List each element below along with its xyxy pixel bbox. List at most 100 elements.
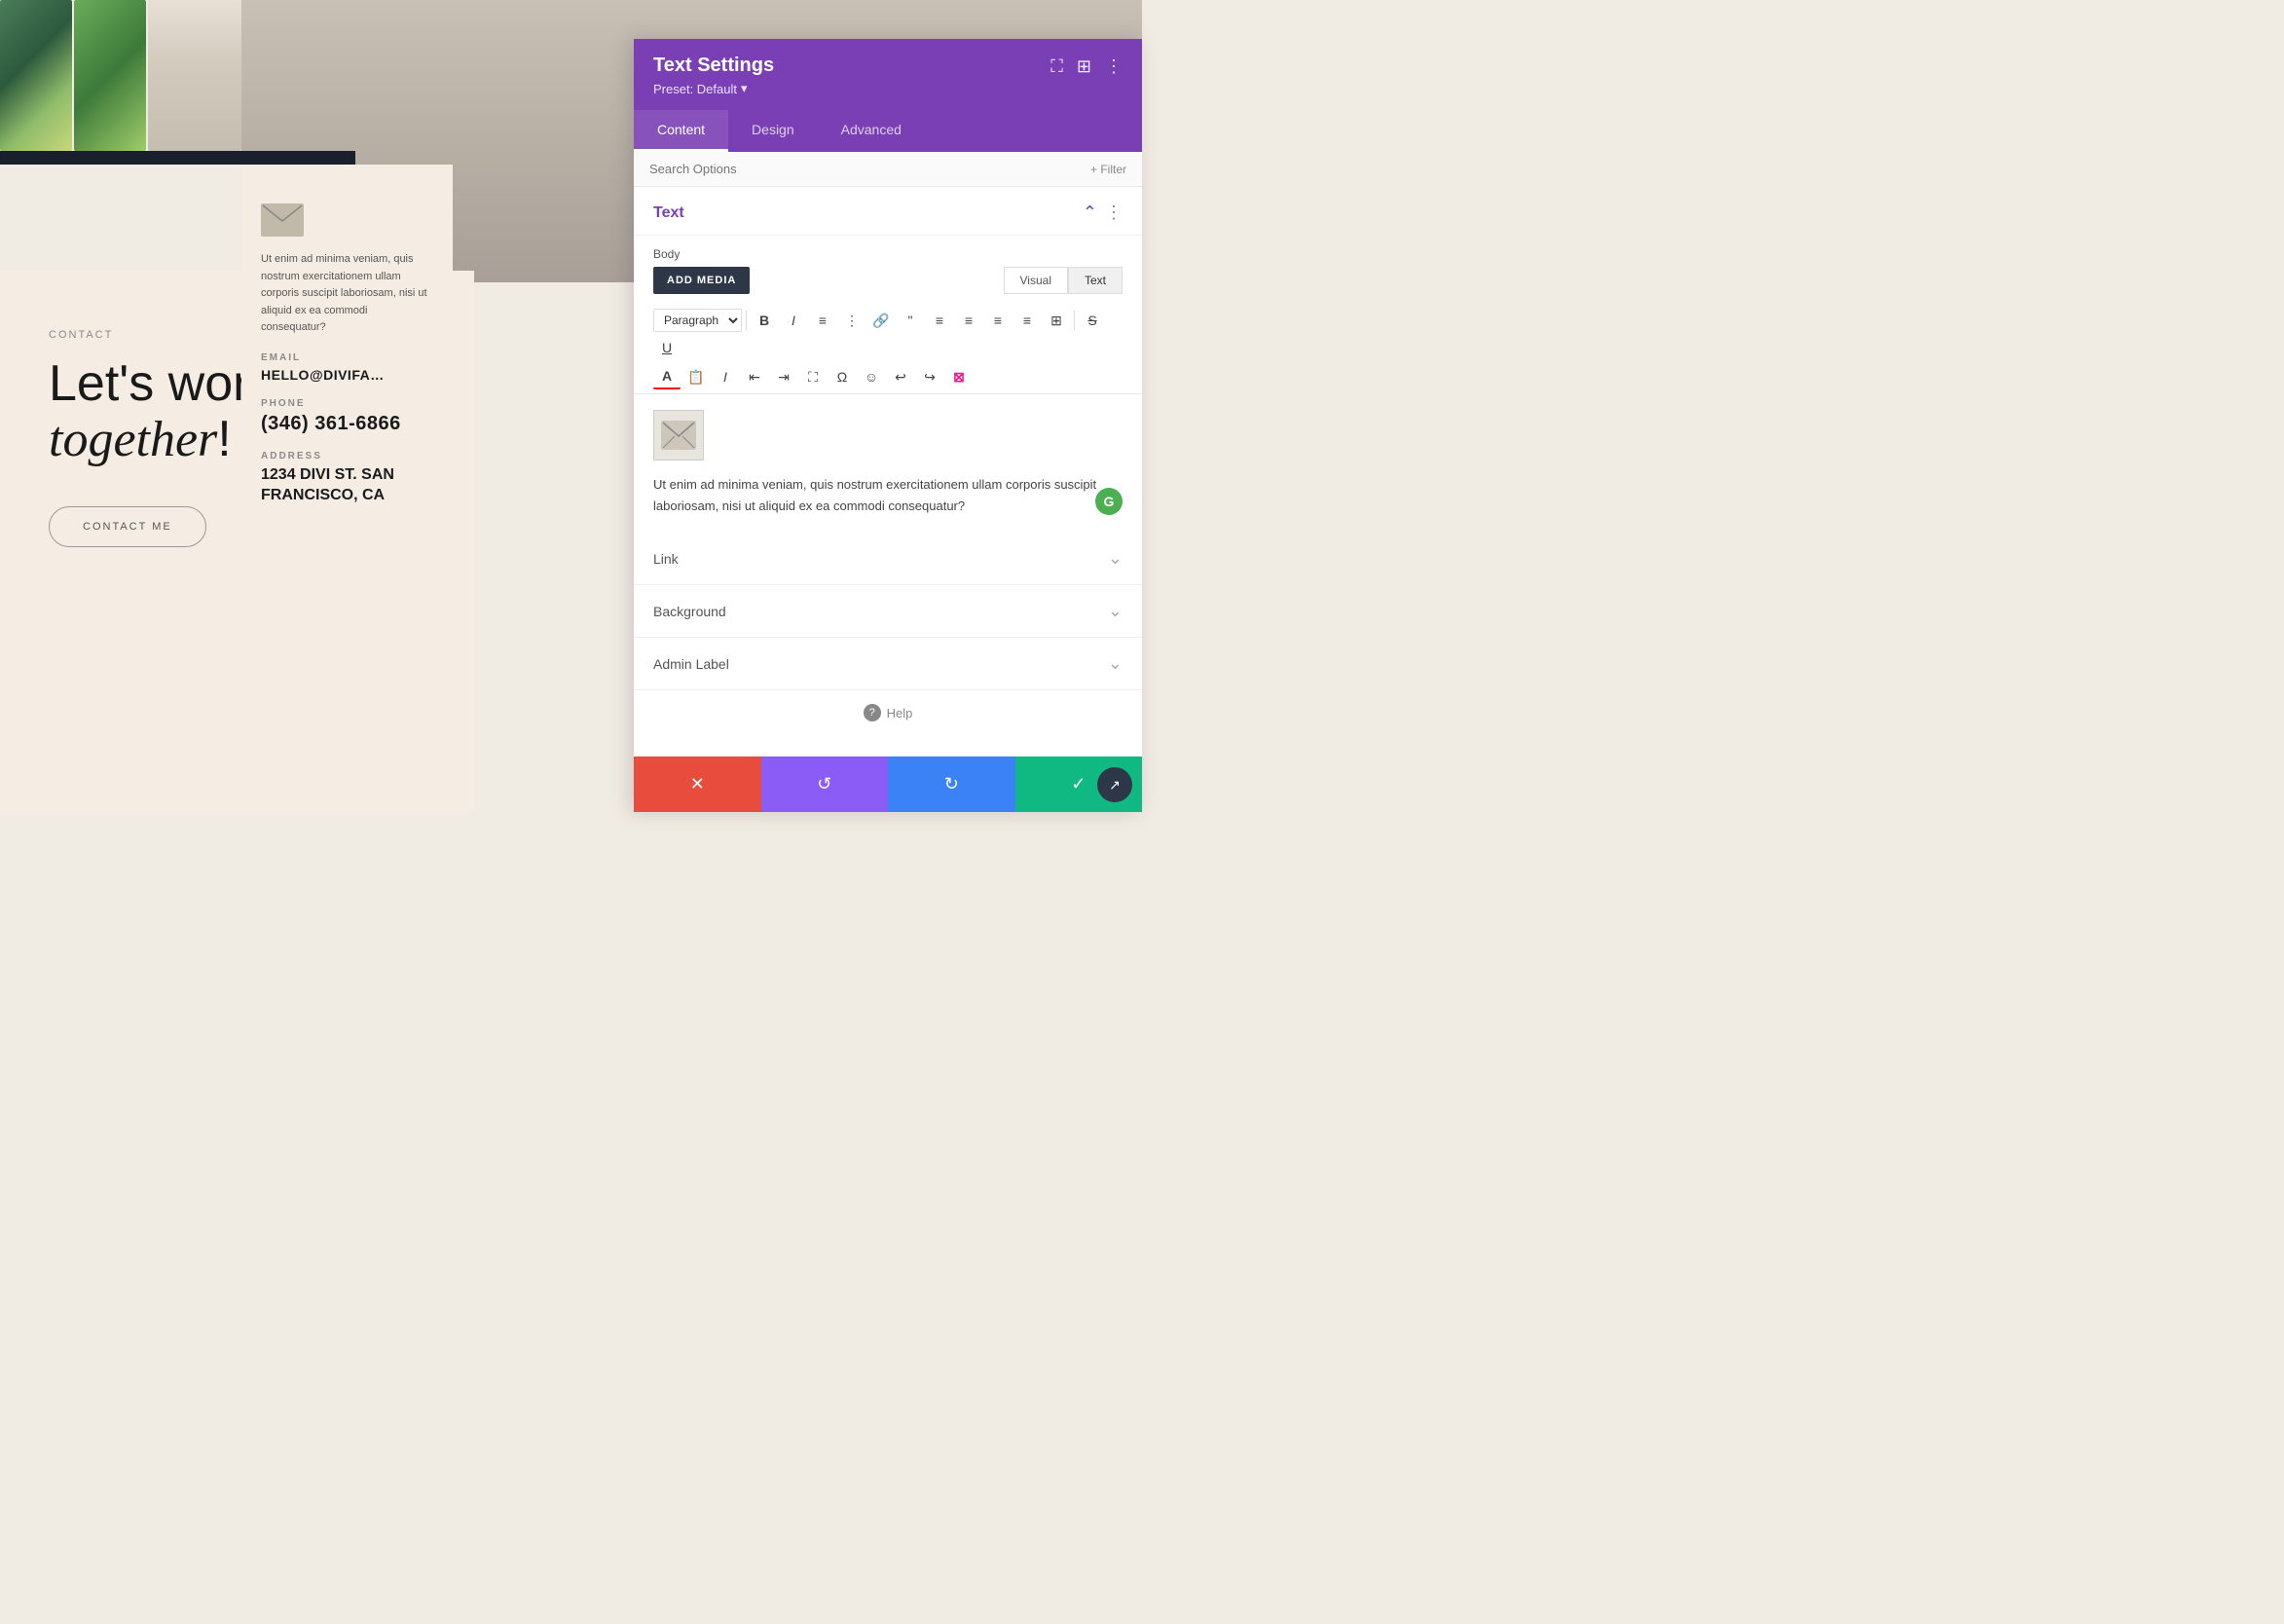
help-icon[interactable]: ? bbox=[864, 704, 881, 721]
fullscreen-editor-button[interactable]: ⛶ bbox=[799, 364, 827, 389]
toolbar-row-2: A 📋 I ⇤ ⇥ ⛶ Ω ☺ ↩ ↪ ⊠ bbox=[653, 364, 1123, 389]
background-section: Background ⌄ bbox=[634, 585, 1142, 638]
panel-footer: ✕ ↺ ↻ ✓ bbox=[634, 757, 1142, 812]
filter-button[interactable]: + Filter bbox=[1090, 163, 1126, 176]
layout-icon[interactable]: ⊞ bbox=[1077, 56, 1091, 77]
address-value: 1234 DIVI ST. SAN FRANCISCO, CA bbox=[261, 465, 433, 506]
editor-area[interactable]: Ut enim ad minima veniam, quis nostrum e… bbox=[634, 394, 1142, 533]
bottom-nav-arrow[interactable]: ↗ bbox=[1097, 767, 1132, 802]
plant-image-2 bbox=[74, 0, 146, 151]
undo-editor-button[interactable]: ↩ bbox=[887, 364, 914, 389]
italic2-button[interactable]: I bbox=[712, 364, 739, 389]
admin-label-section-header[interactable]: Admin Label ⌄ bbox=[634, 638, 1142, 689]
editor-image-placeholder bbox=[653, 410, 704, 461]
align-center-button[interactable]: ≡ bbox=[955, 308, 982, 333]
special-char-button[interactable]: Ω bbox=[829, 364, 856, 389]
underline-button[interactable]: U bbox=[653, 335, 681, 360]
text-section-title: Text bbox=[653, 204, 684, 222]
ordered-list-button[interactable]: ⋮ bbox=[838, 308, 866, 333]
link-section: Link ⌄ bbox=[634, 533, 1142, 585]
background-arrow-icon: ⌄ bbox=[1108, 601, 1123, 621]
cancel-button[interactable]: ✕ bbox=[634, 757, 761, 812]
envelope-icon bbox=[261, 203, 304, 237]
panel-tabs: Content Design Advanced bbox=[634, 110, 1142, 152]
admin-label-title: Admin Label bbox=[653, 656, 729, 672]
dark-divider bbox=[0, 151, 355, 165]
contact-body-text: Ut enim ad minima veniam, quis nostrum e… bbox=[261, 251, 433, 337]
link-title: Link bbox=[653, 551, 679, 567]
email-value: HELLO@DIVIFA… bbox=[261, 367, 433, 383]
heading-exclaim: ! bbox=[217, 411, 231, 467]
background-title: Background bbox=[653, 604, 726, 619]
redo-button[interactable]: ↻ bbox=[888, 757, 1015, 812]
panel-header-icons: ⛶ ⊞ ⋮ bbox=[1050, 56, 1123, 77]
settings-panel: Text Settings Preset: Default ▾ ⛶ ⊞ ⋮ Co… bbox=[634, 39, 1142, 812]
toolbar-row-1: Paragraph B I ≡ ⋮ 🔗 " ≡ ≡ ≡ ≡ ⊞ S U bbox=[653, 308, 1123, 360]
phone-label: PHONE bbox=[261, 398, 433, 409]
table-button[interactable]: ⊞ bbox=[1043, 308, 1070, 333]
italic-button[interactable]: I bbox=[780, 308, 807, 333]
text-section-header: Text ⌃ ⋮ bbox=[634, 187, 1142, 236]
toolbar-separator-2 bbox=[1074, 311, 1075, 330]
email-label: EMAIL bbox=[261, 352, 433, 363]
body-label: Body bbox=[634, 236, 1142, 267]
admin-label-section: Admin Label ⌄ bbox=[634, 638, 1142, 690]
building-image bbox=[148, 0, 241, 151]
bullet-list-button[interactable]: ≡ bbox=[809, 308, 836, 333]
fullscreen-icon[interactable]: ⛶ bbox=[1050, 56, 1063, 77]
section-more-icon[interactable]: ⋮ bbox=[1105, 203, 1123, 223]
section-header-icons: ⌃ ⋮ bbox=[1083, 203, 1123, 223]
help-row: ? Help bbox=[634, 690, 1142, 735]
panel-search-bar: + Filter bbox=[634, 152, 1142, 187]
image-grid-left bbox=[0, 0, 241, 151]
link-section-header[interactable]: Link ⌄ bbox=[634, 533, 1142, 584]
toolbar-top-row: ADD MEDIA Visual Text bbox=[634, 267, 1142, 304]
admin-arrow-icon: ⌄ bbox=[1108, 653, 1123, 674]
align-right-button[interactable]: ≡ bbox=[984, 308, 1012, 333]
image-inline-button[interactable]: ⊠ bbox=[945, 364, 973, 389]
toolbar-separator-1 bbox=[746, 311, 747, 330]
align-left-button[interactable]: ≡ bbox=[926, 308, 953, 333]
redo-editor-button[interactable]: ↪ bbox=[916, 364, 943, 389]
tab-design[interactable]: Design bbox=[728, 110, 818, 152]
editor-toolbar: Paragraph B I ≡ ⋮ 🔗 " ≡ ≡ ≡ ≡ ⊞ S U A bbox=[634, 304, 1142, 394]
address-label: ADDRESS bbox=[261, 451, 433, 461]
text-button[interactable]: Text bbox=[1068, 267, 1123, 294]
justify-button[interactable]: ≡ bbox=[1013, 308, 1041, 333]
bold-button[interactable]: B bbox=[751, 308, 778, 333]
tab-advanced[interactable]: Advanced bbox=[818, 110, 925, 152]
more-options-icon[interactable]: ⋮ bbox=[1105, 56, 1123, 77]
tab-content[interactable]: Content bbox=[634, 110, 728, 152]
plant-image-1 bbox=[0, 0, 72, 151]
editor-body-text: Ut enim ad minima veniam, quis nostrum e… bbox=[653, 474, 1123, 517]
blockquote-button[interactable]: " bbox=[897, 308, 924, 333]
search-input[interactable] bbox=[649, 162, 1090, 176]
help-label[interactable]: Help bbox=[887, 706, 913, 720]
panel-header: Text Settings Preset: Default ▾ ⛶ ⊞ ⋮ bbox=[634, 39, 1142, 110]
visual-text-toggle: Visual Text bbox=[1004, 267, 1123, 294]
add-media-button[interactable]: ADD MEDIA bbox=[653, 267, 750, 294]
phone-value: (346) 361-6866 bbox=[261, 413, 433, 435]
collapse-icon[interactable]: ⌃ bbox=[1083, 203, 1097, 223]
paragraph-dropdown[interactable]: Paragraph bbox=[653, 309, 742, 332]
copy-style-button[interactable]: 📋 bbox=[682, 364, 710, 389]
emoji-button[interactable]: ☺ bbox=[858, 364, 885, 389]
font-color-button[interactable]: A bbox=[653, 364, 681, 389]
indent-more-button[interactable]: ⇥ bbox=[770, 364, 797, 389]
link-button[interactable]: 🔗 bbox=[867, 308, 895, 333]
visual-button[interactable]: Visual bbox=[1004, 267, 1068, 294]
link-arrow-icon: ⌄ bbox=[1108, 548, 1123, 569]
contact-info: Ut enim ad minima veniam, quis nostrum e… bbox=[241, 165, 453, 545]
strikethrough-button[interactable]: S bbox=[1079, 308, 1106, 333]
contact-me-button[interactable]: CONTACT ME bbox=[49, 506, 206, 547]
undo-button[interactable]: ↺ bbox=[761, 757, 889, 812]
panel-title-area: Text Settings Preset: Default ▾ bbox=[653, 55, 774, 96]
placeholder-envelope-icon bbox=[661, 421, 696, 450]
ai-assist-icon[interactable]: G bbox=[1095, 488, 1123, 515]
indent-less-button[interactable]: ⇤ bbox=[741, 364, 768, 389]
panel-title: Text Settings bbox=[653, 55, 774, 77]
panel-content: Text ⌃ ⋮ Body ADD MEDIA Visual Text Para… bbox=[634, 187, 1142, 757]
panel-preset[interactable]: Preset: Default ▾ bbox=[653, 81, 774, 96]
background-section-header[interactable]: Background ⌄ bbox=[634, 585, 1142, 637]
heading-italic: together bbox=[49, 412, 217, 467]
